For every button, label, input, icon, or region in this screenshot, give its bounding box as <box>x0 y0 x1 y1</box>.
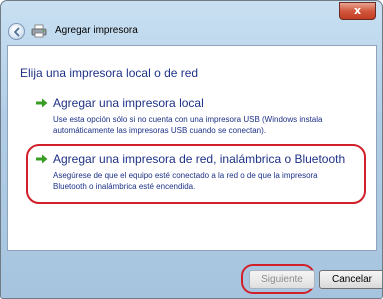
option-local-printer-title[interactable]: Agregar una impresora local <box>53 96 204 110</box>
option-local-printer-description: Use esta opción sólo si no cuenta con un… <box>53 115 323 135</box>
page-heading: Elija una impresora local o de red <box>20 66 199 80</box>
dialog-window: x Agregar impresora Elija una impresora … <box>0 0 383 299</box>
green-arrow-icon <box>36 98 48 108</box>
back-button[interactable] <box>8 23 25 40</box>
next-button[interactable]: Siguiente <box>249 270 315 289</box>
highlight-annotation <box>26 144 366 204</box>
printer-icon <box>31 24 47 38</box>
content-panel: Elija una impresora local o de red Agreg… <box>7 45 377 251</box>
close-button[interactable]: x <box>339 2 376 20</box>
cancel-button[interactable]: Cancelar <box>319 270 382 289</box>
window-title: Agregar impresora <box>55 25 138 36</box>
back-arrow-icon <box>14 27 20 37</box>
footer-bar: Siguiente Cancelar <box>1 251 382 298</box>
